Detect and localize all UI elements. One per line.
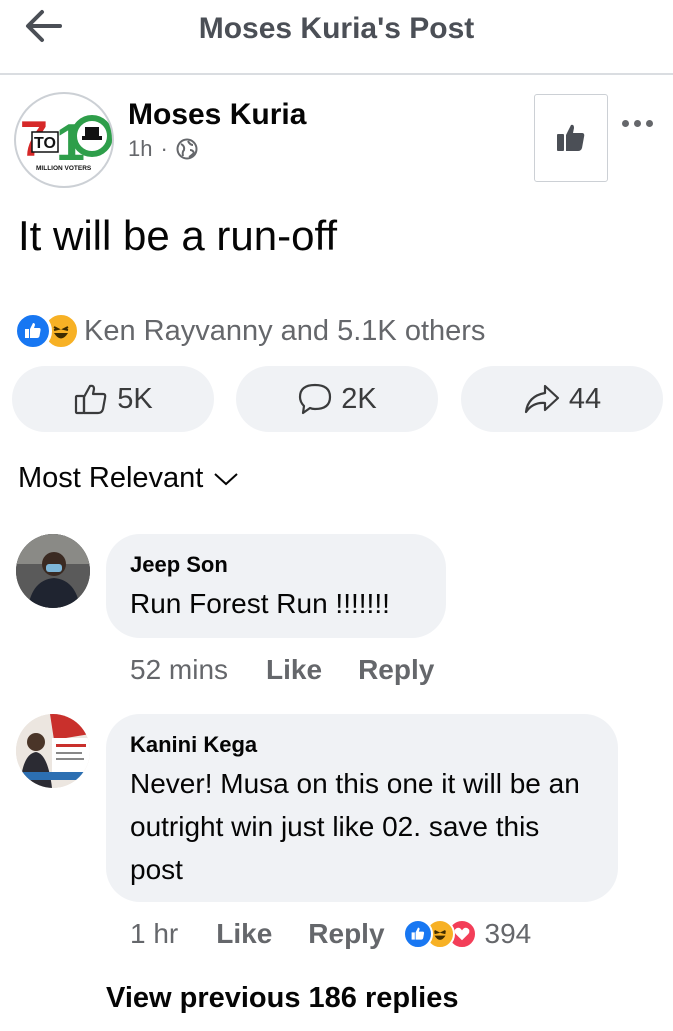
reaction-summary[interactable]: Ken Rayvanny and 5.1K others bbox=[14, 312, 485, 350]
post-meta: 1h · bbox=[128, 136, 198, 162]
post-text: It will be a run-off bbox=[18, 212, 338, 259]
comment-reaction-count: 394 bbox=[484, 918, 532, 949]
more-options-button[interactable] bbox=[612, 108, 662, 138]
share-icon bbox=[524, 384, 559, 414]
like-page-button[interactable] bbox=[534, 94, 608, 182]
profile-photo bbox=[16, 534, 90, 608]
comment-time: 52 mins bbox=[130, 654, 229, 685]
commenter-avatar[interactable] bbox=[16, 714, 90, 788]
comment-text: Run Forest Run !!!!!!! bbox=[130, 588, 390, 619]
svg-text:TO: TO bbox=[34, 135, 56, 152]
thumbs-up-outline-icon bbox=[75, 384, 107, 415]
chevron-down-icon bbox=[214, 472, 239, 485]
top-bar: Moses Kuria's Post bbox=[0, 0, 673, 75]
comment-like-link[interactable]: Like bbox=[266, 654, 322, 686]
post-time: 1h bbox=[128, 136, 153, 161]
comment-sort-dropdown[interactable]: Most Relevant bbox=[18, 462, 239, 495]
share-button[interactable]: 44 bbox=[461, 366, 663, 432]
like-count: 5K bbox=[117, 382, 153, 415]
like-reaction-icon bbox=[402, 919, 433, 949]
author-avatar[interactable]: 7 TO 1 MILLION VOTERS bbox=[14, 92, 114, 188]
author-name[interactable]: Moses Kuria bbox=[128, 98, 306, 132]
svg-text:MILLION VOTERS: MILLION VOTERS bbox=[36, 165, 92, 172]
comment-button[interactable]: 2K bbox=[236, 366, 438, 432]
profile-photo bbox=[16, 714, 90, 788]
more-dot bbox=[621, 119, 629, 127]
comment-reply-link[interactable]: Reply bbox=[308, 918, 384, 950]
commenter-avatar[interactable] bbox=[16, 534, 90, 608]
comment-actions: 52 mins Like Reply bbox=[130, 654, 434, 686]
page-title: Moses Kuria's Post bbox=[198, 12, 475, 45]
globe-icon bbox=[176, 138, 198, 160]
share-count: 44 bbox=[568, 382, 602, 415]
view-previous-replies-link[interactable]: View previous 186 replies bbox=[106, 982, 459, 1015]
comment-icon bbox=[299, 383, 332, 415]
comment-bubble: Jeep Son Run Forest Run !!!!!!! bbox=[106, 534, 446, 638]
comment-time: 1 hr bbox=[130, 918, 179, 949]
meta-separator: · bbox=[160, 136, 168, 161]
sort-label: Most Relevant bbox=[18, 462, 204, 494]
710-logo: 7 TO 1 MILLION VOTERS bbox=[20, 111, 112, 172]
comment-count: 2K bbox=[341, 382, 377, 415]
reaction-summary-text: Ken Rayvanny and 5.1K others bbox=[84, 314, 486, 347]
comment-reply-link[interactable]: Reply bbox=[358, 654, 434, 686]
like-button[interactable]: 5K bbox=[12, 366, 214, 432]
commenter-name[interactable]: Jeep Son bbox=[130, 550, 422, 580]
commenter-name[interactable]: Kanini Kega bbox=[130, 730, 594, 760]
comment-text: Never! Musa on this one it will be an ou… bbox=[130, 768, 580, 885]
comment-bubble: Kanini Kega Never! Musa on this one it w… bbox=[106, 714, 618, 902]
comment-reactions[interactable]: 394 bbox=[402, 918, 532, 950]
more-dot bbox=[633, 119, 641, 127]
comment-like-link[interactable]: Like bbox=[216, 918, 272, 950]
more-dot bbox=[645, 119, 653, 127]
comment-actions: 1 hr Like Reply 394 bbox=[130, 918, 531, 950]
like-reaction-icon bbox=[14, 312, 52, 350]
thumbs-up-icon bbox=[557, 124, 585, 151]
